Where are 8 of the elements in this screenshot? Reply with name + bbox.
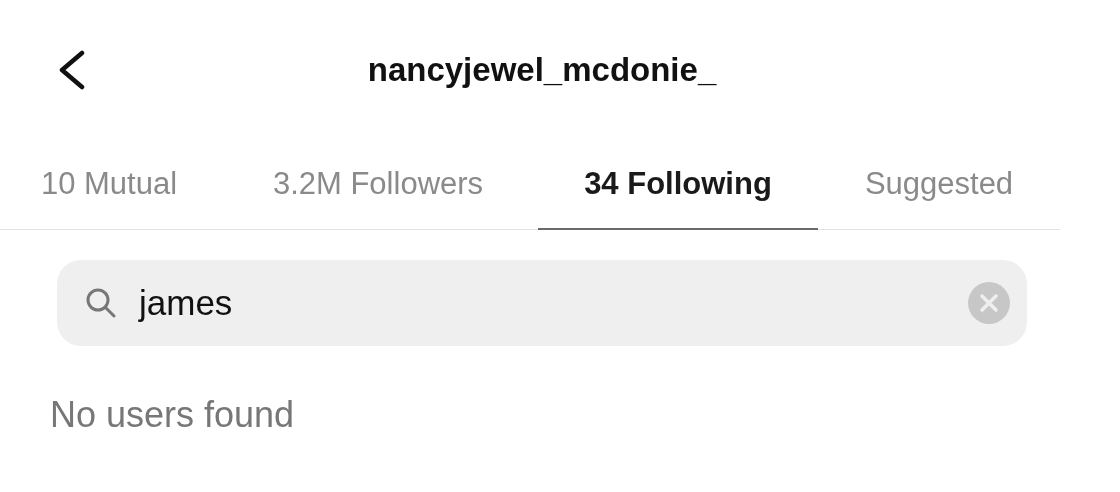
- search-icon: [85, 286, 117, 319]
- tab[interactable]: 34 Following: [538, 140, 818, 230]
- tab[interactable]: 3.2M Followers: [218, 140, 538, 230]
- tab[interactable]: 10 Mutual: [0, 140, 218, 230]
- search-field[interactable]: james: [57, 259, 1027, 346]
- profile-username: nancyjewel_mcdonie_: [367, 51, 717, 89]
- empty-message: No users found: [50, 393, 295, 436]
- tab[interactable]: Suggested: [818, 140, 1060, 230]
